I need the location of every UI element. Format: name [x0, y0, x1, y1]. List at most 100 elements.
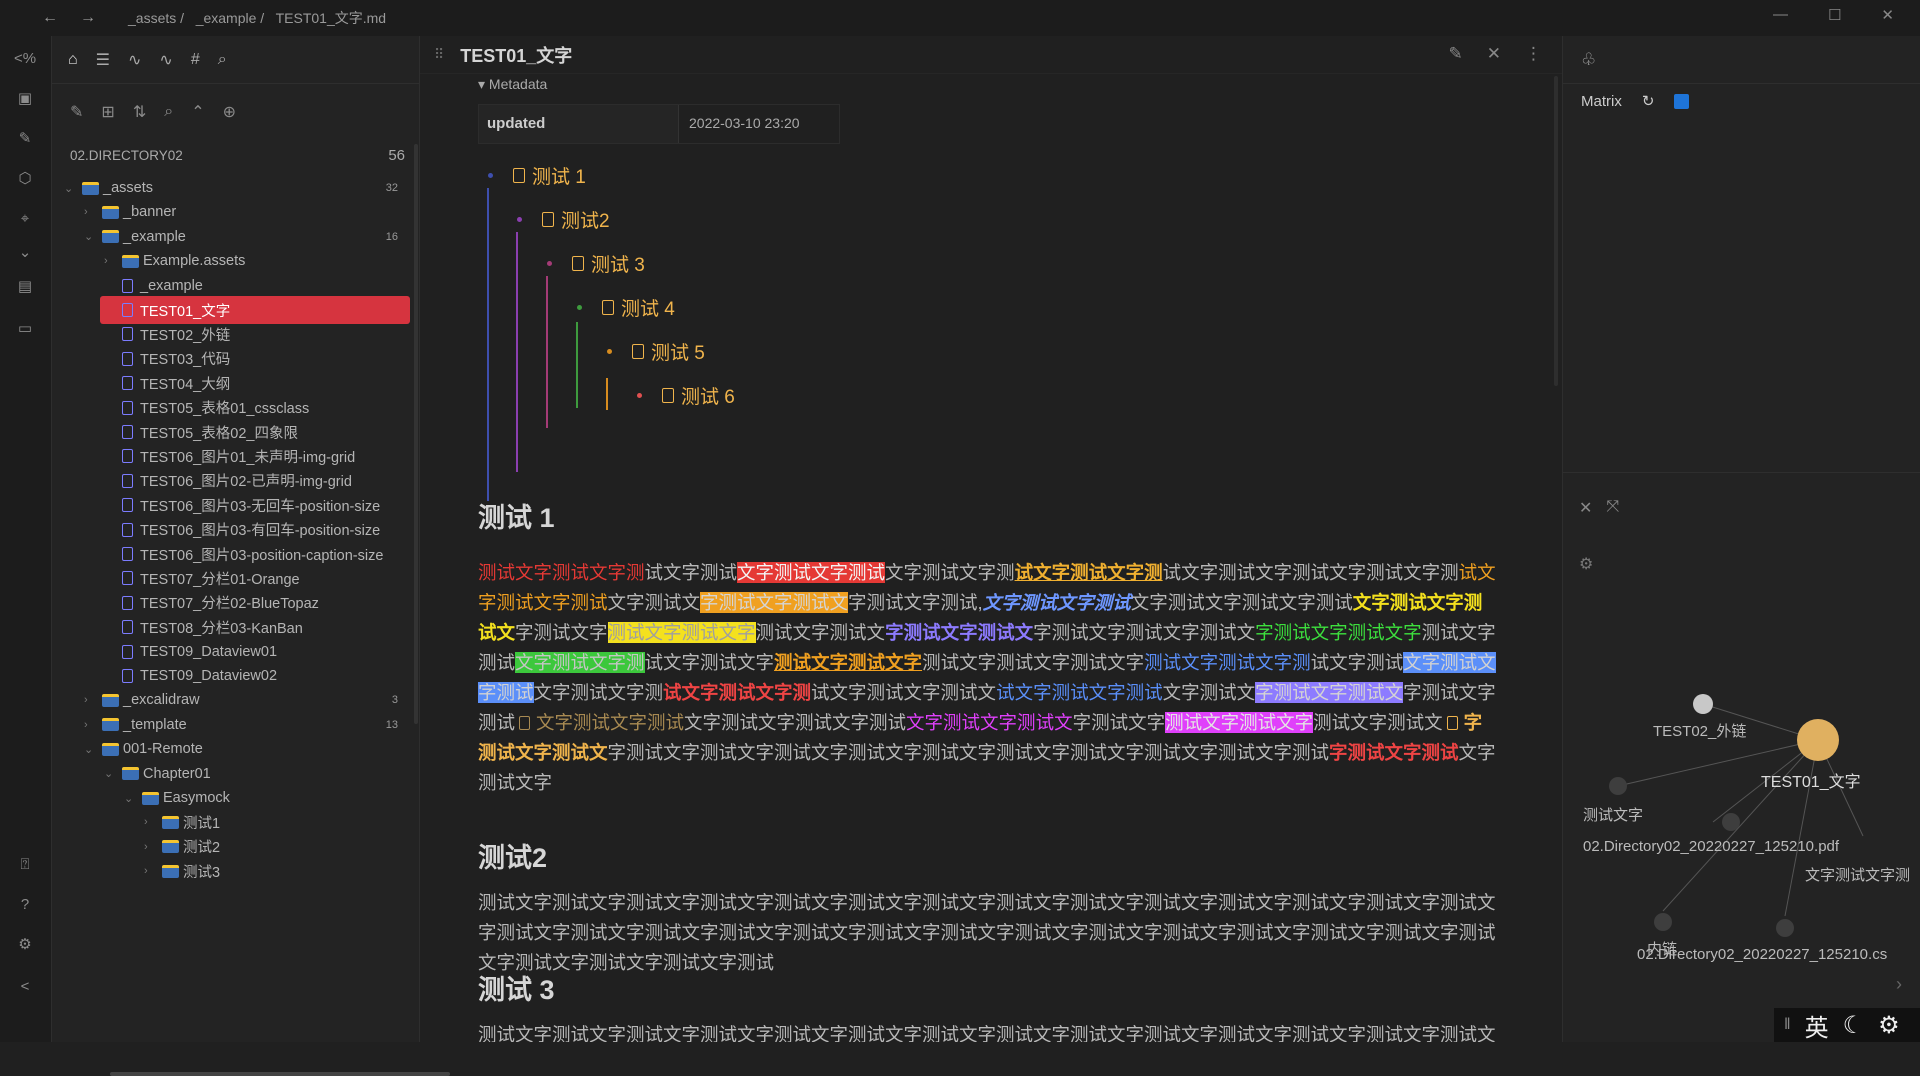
paragraph: 测试文字测试文字测试文字测试文字测试文字测试文字测试文字测试文字测试文字测试文字…: [478, 1020, 1498, 1042]
tree-item-label: Example.assets: [143, 253, 245, 269]
settings-icon[interactable]: ⚙: [14, 934, 36, 956]
list-item[interactable]: 测试 1: [488, 162, 586, 189]
list-item[interactable]: 测试 4: [577, 294, 675, 321]
help-icon[interactable]: ?: [14, 894, 36, 916]
tree-item-label: TEST06_图片03-无回车-position-size: [140, 495, 380, 516]
graph-node[interactable]: [1722, 813, 1740, 831]
maximize-icon[interactable]: ☐: [1828, 6, 1841, 24]
graph-settings-icon[interactable]: ⚙: [1579, 554, 1593, 574]
graph-node[interactable]: [1776, 919, 1794, 937]
calendar-icon[interactable]: ▤: [14, 276, 36, 298]
chevron-down-icon[interactable]: ⌄: [124, 792, 142, 805]
chevron-down-icon[interactable]: ⌄: [14, 242, 36, 264]
chevron-right-icon[interactable]: ›: [144, 816, 162, 828]
graph-node-label: TEST02_外链: [1653, 720, 1746, 741]
new-folder-icon[interactable]: ⊞: [101, 102, 114, 122]
window-controls: — ☐ ✕: [1773, 6, 1894, 24]
breadcrumb[interactable]: _assets / _example / TEST01_文字.md: [128, 8, 386, 28]
list-item[interactable]: 测试 3: [547, 250, 645, 277]
matrix-checkbox[interactable]: [1674, 94, 1689, 109]
tree-item-label: _example: [123, 229, 186, 245]
ime-language[interactable]: 英: [1805, 1008, 1829, 1043]
horizontal-scrollbar[interactable]: [110, 1072, 450, 1076]
more-options-icon[interactable]: ⋮: [1525, 44, 1542, 64]
metadata-toggle[interactable]: ▾ Metadata: [478, 76, 547, 93]
right-panel: ♧ Matrix ↻ ✕ ⤧ ⚙ TEST02_外链 TEST01_文字 测试文…: [1562, 36, 1920, 1042]
list-item[interactable]: 测试 6: [637, 382, 735, 409]
graph-node-current[interactable]: [1797, 719, 1839, 761]
tree-item-label: TEST02_外链: [140, 324, 230, 345]
file-icon: [122, 401, 133, 415]
close-graph-icon[interactable]: ✕: [1579, 498, 1592, 518]
ime-settings-icon[interactable]: ⚙: [1878, 1011, 1900, 1040]
close-icon[interactable]: ✕: [1487, 44, 1501, 64]
graph-node[interactable]: [1693, 694, 1713, 714]
file-icon: [122, 669, 133, 683]
list-item[interactable]: 测试 5: [607, 338, 705, 365]
file-explorer: ⌂ ☰ ∿ ∿ # ⌕ ✎ ⊞ ⇅ ⌕ ⌃ ⊕ 02.DIRECTORY02 5…: [52, 36, 420, 1042]
file-icon: [122, 279, 133, 293]
edit-icon[interactable]: ✎: [1449, 44, 1463, 64]
sort-icon[interactable]: ⇅: [133, 102, 146, 122]
list-item-label: 测试2: [561, 206, 610, 233]
minimize-icon[interactable]: —: [1773, 6, 1788, 24]
drag-handle-icon[interactable]: ⠿: [434, 46, 444, 63]
vault-header[interactable]: 02.DIRECTORY02 56: [52, 140, 419, 170]
home-icon[interactable]: ⌂: [68, 51, 78, 69]
note-title[interactable]: TEST01_文字: [460, 42, 572, 68]
folder-icon: [162, 865, 179, 878]
vault-name: 02.DIRECTORY02: [70, 148, 183, 163]
chevron-right-icon[interactable]: ›: [144, 841, 162, 853]
tree-item-label: TEST01_文字: [140, 300, 230, 321]
list-item[interactable]: 测试2: [517, 206, 610, 233]
chevron-right-icon[interactable]: ›: [84, 694, 102, 706]
vault-icon[interactable]: ⍰: [14, 854, 36, 876]
back-icon[interactable]: ←: [42, 9, 58, 27]
metadata-table: updated 2022-03-10 23:20: [478, 104, 840, 144]
search-files-icon[interactable]: ⌕: [164, 103, 173, 121]
indent-guide: [516, 232, 518, 472]
search-icon[interactable]: ⌕: [218, 51, 227, 69]
collapse-left-icon[interactable]: <: [14, 976, 36, 998]
new-note-icon[interactable]: ✎: [70, 102, 83, 122]
moon-icon[interactable]: ☾: [1843, 1011, 1865, 1040]
graph-node[interactable]: [1654, 913, 1672, 931]
bullet-icon: [488, 173, 493, 178]
chevron-down-icon[interactable]: ⌄: [104, 767, 122, 780]
folder-icon: [102, 718, 119, 731]
panel-icon[interactable]: ▣: [14, 88, 36, 110]
file-icon: [122, 352, 133, 366]
chevron-down-icon[interactable]: ⌄: [84, 743, 102, 756]
close-window-icon[interactable]: ✕: [1881, 6, 1894, 24]
sidebar-scrollbar[interactable]: [414, 144, 418, 724]
chevron-right-icon[interactable]: ›: [144, 865, 162, 877]
graph-icon[interactable]: ⬡: [14, 168, 36, 190]
map-pin-icon[interactable]: ⌖: [14, 208, 36, 230]
chevron-right-icon[interactable]: ›: [84, 206, 102, 218]
backlinks-icon[interactable]: ∿: [128, 50, 141, 70]
chevron-down-icon[interactable]: ⌄: [64, 182, 82, 195]
chevron-right-icon[interactable]: ›: [84, 719, 102, 731]
forward-icon[interactable]: →: [80, 9, 96, 27]
list-icon[interactable]: ☰: [96, 50, 110, 70]
list-item-label: 测试 5: [651, 338, 705, 365]
chevron-down-icon[interactable]: ⌄: [84, 230, 102, 243]
collapse-all-icon[interactable]: ⌃: [191, 102, 204, 122]
outlinks-icon[interactable]: ∿: [159, 50, 172, 70]
graph-node-label: 测试文字: [1583, 804, 1643, 825]
refresh-icon[interactable]: ↻: [1642, 92, 1655, 110]
graph-node[interactable]: [1609, 777, 1627, 795]
locate-file-icon[interactable]: ⊕: [223, 102, 236, 122]
slides-icon[interactable]: ▭: [14, 318, 36, 340]
pen-icon[interactable]: ✎: [14, 128, 36, 150]
tags-icon[interactable]: #: [191, 51, 200, 69]
chevron-right-icon[interactable]: ›: [104, 255, 122, 267]
graph-plugin-icon[interactable]: ♧: [1581, 50, 1596, 70]
graph-layout-icon[interactable]: ⤧: [1606, 498, 1619, 518]
tree-item-count: 16: [386, 231, 398, 243]
expand-right-icon[interactable]: ›: [1896, 974, 1902, 995]
tree-folder[interactable]: ›测试3: [144, 857, 414, 885]
folder-icon: [122, 255, 139, 268]
editor-scrollbar[interactable]: [1554, 76, 1558, 386]
templater-icon[interactable]: <%: [14, 48, 36, 70]
